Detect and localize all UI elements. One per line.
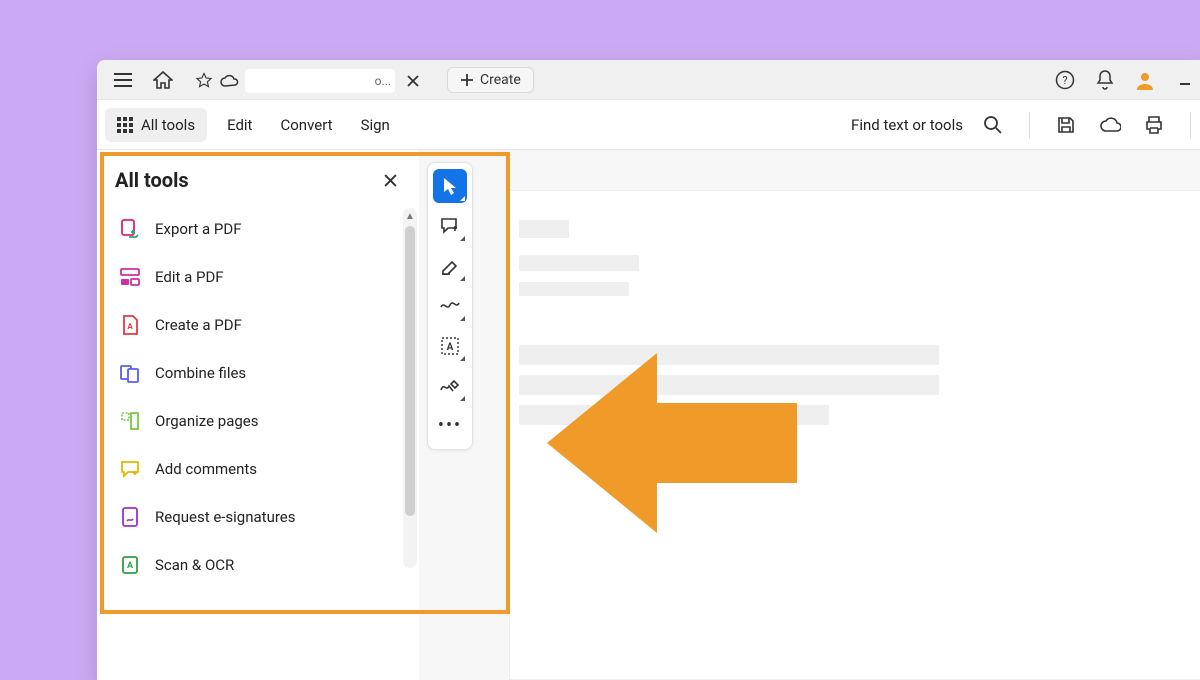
home-icon[interactable] <box>147 64 179 96</box>
menu-sign[interactable]: Sign <box>353 110 398 140</box>
help-icon[interactable]: ? <box>1049 64 1081 96</box>
cloud-sync-icon[interactable] <box>1094 109 1126 141</box>
tool-add-comments[interactable]: Add comments <box>105 446 411 492</box>
add-comment-icon[interactable] <box>433 209 467 243</box>
more-tools-icon[interactable]: ••• <box>433 409 467 443</box>
tool-combine-files[interactable]: Combine files <box>105 350 411 396</box>
window-minimize-icon[interactable] <box>1169 64 1200 96</box>
signature-icon[interactable] <box>433 369 467 403</box>
tool-label: Export a PDF <box>155 220 242 238</box>
text-select-icon[interactable]: A <box>433 329 467 363</box>
tool-list: Export a PDF Edit a PDF A Create a PDF C… <box>97 206 419 588</box>
tool-label: Scan & OCR <box>155 556 234 574</box>
highlight-icon[interactable] <box>433 249 467 283</box>
scrollbar-thumb[interactable] <box>405 226 415 516</box>
cloud-icon <box>219 74 239 88</box>
hamburger-menu-icon[interactable] <box>107 64 139 96</box>
search-icon[interactable] <box>977 109 1009 141</box>
svg-text:A: A <box>447 342 454 353</box>
title-bar: o... Create ? <box>97 60 1200 100</box>
tool-request-esign[interactable]: Request e-signatures <box>105 494 411 540</box>
all-tools-panel: All tools Export a PDF Edit a PDF A Crea… <box>97 150 419 680</box>
divider <box>1029 112 1030 138</box>
tool-label: Combine files <box>155 364 246 382</box>
export-pdf-icon <box>119 218 141 240</box>
print-icon[interactable] <box>1138 109 1170 141</box>
tool-create-pdf[interactable]: A Create a PDF <box>105 302 411 348</box>
account-icon[interactable] <box>1129 64 1161 96</box>
menu-edit[interactable]: Edit <box>219 110 260 140</box>
close-tab-icon[interactable] <box>401 69 425 93</box>
tool-edit-pdf[interactable]: Edit a PDF <box>105 254 411 300</box>
tool-label: Edit a PDF <box>155 268 224 286</box>
tool-organize-pages[interactable]: Organize pages <box>105 398 411 444</box>
comments-icon <box>119 458 141 480</box>
tool-label: Organize pages <box>155 412 258 430</box>
tool-label: Create a PDF <box>155 316 242 334</box>
draw-freeform-icon[interactable] <box>433 289 467 323</box>
find-text-label[interactable]: Find text or tools <box>851 116 965 134</box>
document-canvas[interactable] <box>509 190 1200 680</box>
star-icon[interactable] <box>195 72 213 90</box>
edit-pdf-icon <box>119 266 141 288</box>
scroll-up-icon[interactable]: ▲ <box>403 208 417 224</box>
create-pdf-icon: A <box>119 314 141 336</box>
app-window: o... Create ? A <box>97 60 1200 680</box>
all-tools-label: All tools <box>141 116 195 134</box>
combine-icon <box>119 362 141 384</box>
panel-scrollbar[interactable]: ▲ <box>403 208 417 568</box>
organize-icon <box>119 410 141 432</box>
close-panel-icon[interactable] <box>380 170 401 191</box>
create-button-label: Create <box>480 72 521 88</box>
svg-text:A: A <box>127 322 133 331</box>
svg-text:?: ? <box>1062 74 1067 87</box>
toolbar: All tools Edit Convert Sign Find text or… <box>97 100 1200 150</box>
doc-tab-suffix: o... <box>375 74 391 88</box>
ellipsis-icon: ••• <box>438 417 462 435</box>
scan-ocr-icon: A <box>119 554 141 576</box>
grid-icon <box>117 117 133 133</box>
divider <box>1190 112 1191 138</box>
tool-scan-ocr[interactable]: A Scan & OCR <box>105 542 411 588</box>
plus-icon <box>460 73 474 87</box>
main-area: All tools Export a PDF Edit a PDF A Crea… <box>97 150 1200 680</box>
select-tool-icon[interactable] <box>433 169 467 203</box>
tool-export-pdf[interactable]: Export a PDF <box>105 206 411 252</box>
esign-icon <box>119 506 141 528</box>
document-tab[interactable]: o... <box>187 63 431 99</box>
all-tools-button[interactable]: All tools <box>105 108 207 142</box>
tool-label: Add comments <box>155 460 257 478</box>
create-button[interactable]: Create <box>447 67 534 93</box>
document-tab-label: o... <box>245 69 395 93</box>
tool-label: Request e-signatures <box>155 508 296 526</box>
panel-title: All tools <box>115 168 189 192</box>
save-icon[interactable] <box>1050 109 1082 141</box>
notifications-icon[interactable] <box>1089 64 1121 96</box>
svg-text:A: A <box>127 561 134 571</box>
menu-convert[interactable]: Convert <box>272 110 340 140</box>
quick-tools-strip: A ••• <box>427 162 473 450</box>
